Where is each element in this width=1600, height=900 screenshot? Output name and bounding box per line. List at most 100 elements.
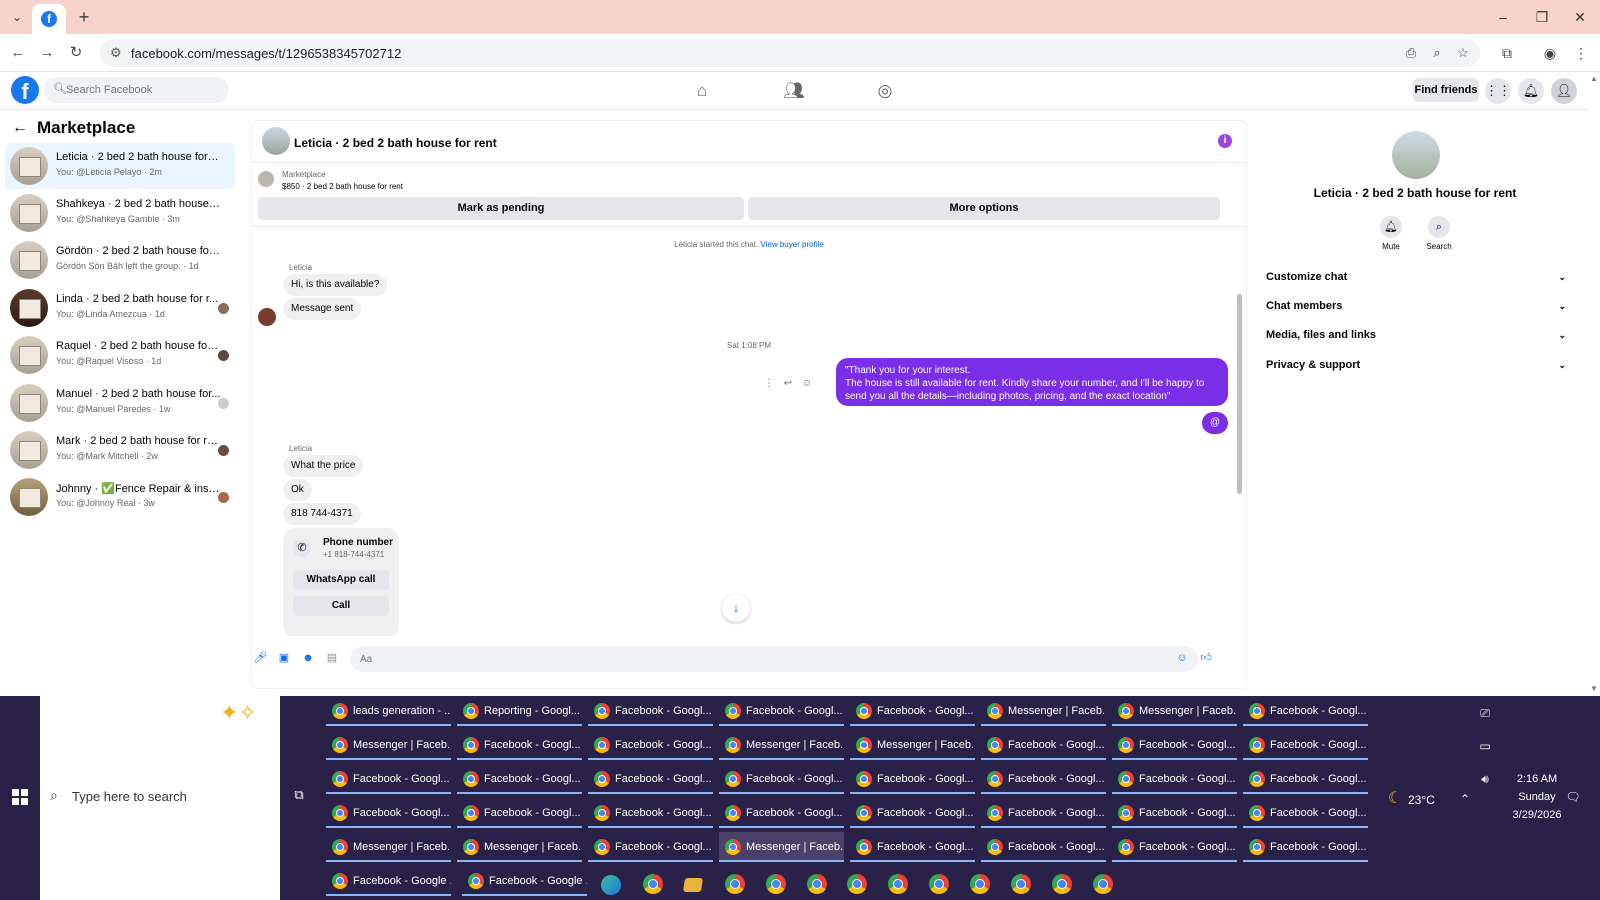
chrome-icon[interactable] <box>847 874 867 894</box>
taskbar-window-button[interactable]: Facebook - Googl... <box>719 798 844 828</box>
facebook-search[interactable]: 🔍︎ <box>44 77 229 103</box>
meet-now-icon[interactable]: ⎚ <box>1475 703 1495 723</box>
taskbar-window-button[interactable]: Facebook - Googl... <box>457 764 582 794</box>
listing-avatar[interactable] <box>1392 131 1440 179</box>
conversation-item[interactable]: Raquel · 2 bed 2 bath house for ... You:… <box>5 332 235 378</box>
new-tab-button[interactable]: + <box>74 7 94 27</box>
notifications-bell-icon[interactable]: 🔔︎ <box>1518 78 1544 104</box>
conversation-item[interactable]: Johnny · ✅Fence Repair & insta... You: @… <box>5 474 235 520</box>
taskbar-window-button[interactable]: Messenger | Faceb... <box>1112 696 1237 726</box>
taskbar-window-button[interactable]: Messenger | Faceb... <box>850 730 975 760</box>
message-scrollbar[interactable] <box>1235 228 1244 636</box>
microphone-icon[interactable]: 🎤︎ <box>252 650 268 666</box>
maximize-button[interactable]: ❐ <box>1533 8 1551 26</box>
emoji-icon[interactable]: ☺ <box>1174 650 1190 666</box>
taskbar-window-button[interactable]: Facebook - Googl... <box>1112 798 1237 828</box>
sticker-icon[interactable]: ☻ <box>300 650 316 666</box>
search-input[interactable] <box>66 81 216 99</box>
taskbar-window-button[interactable]: Facebook - Googl... <box>1243 764 1368 794</box>
photo-icon[interactable]: ▣ <box>276 650 292 666</box>
address-bar[interactable]: ⚙ facebook.com/messages/t/12965383457027… <box>100 39 1480 67</box>
conversation-item[interactable]: Manuel · 2 bed 2 bath house for... You: … <box>5 380 235 426</box>
reply-icon[interactable]: ↩ <box>781 377 795 391</box>
taskbar-window-button[interactable]: Reporting - Googl... <box>457 696 582 726</box>
taskbar-window-button[interactable]: Facebook - Googl... <box>588 696 713 726</box>
more-options-button[interactable]: More options <box>748 197 1220 220</box>
react-emoji-icon[interactable]: ☺ <box>800 377 814 391</box>
taskbar-window-button[interactable]: Facebook - Google ... <box>462 866 587 896</box>
taskbar-window-button[interactable]: Facebook - Googl... <box>588 764 713 794</box>
conversation-item[interactable]: Leticia · 2 bed 2 bath house for rent Yo… <box>5 143 235 189</box>
site-settings-icon[interactable]: ⚙ <box>110 45 122 61</box>
file-explorer-icon[interactable] <box>683 878 703 892</box>
start-button[interactable] <box>0 696 40 900</box>
taskbar-search-box[interactable]: ✦✧ ⌕ Type here to search <box>40 696 280 900</box>
taskbar-window-button[interactable]: Facebook - Googl... <box>850 764 975 794</box>
conversation-item[interactable]: Gördön · 2 bed 2 bath house for re... Gö… <box>5 237 235 283</box>
clock-date[interactable]: 3/29/2026 <box>1502 809 1572 821</box>
scroll-up-arrow-icon[interactable]: ▲ <box>1589 74 1599 83</box>
incoming-message[interactable]: What the price <box>283 455 364 477</box>
taskbar-window-button[interactable]: Messenger | Faceb... <box>719 730 844 760</box>
browser-menu-icon[interactable]: ⋮ <box>1571 43 1591 63</box>
close-window-button[interactable]: ✕ <box>1571 8 1589 26</box>
listing-price[interactable]: $850 · 2 bed 2 bath house for rent <box>282 182 403 191</box>
taskbar-window-button[interactable]: Facebook - Googl... <box>981 798 1106 828</box>
taskbar-window-button[interactable]: Facebook - Googl... <box>588 730 713 760</box>
incoming-message[interactable]: Hi, is this available? <box>283 274 388 296</box>
outgoing-message[interactable]: "Thank you for your interest. The house … <box>836 358 1228 406</box>
chrome-icon[interactable] <box>1093 874 1113 894</box>
taskbar-window-button[interactable]: Facebook - Googl... <box>981 730 1106 760</box>
weather-temperature[interactable]: 23°C <box>1408 793 1435 807</box>
taskbar-window-button[interactable]: Facebook - Googl... <box>1243 730 1368 760</box>
taskbar-window-button[interactable]: leads generation - ... <box>326 696 451 726</box>
whatsapp-call-button[interactable]: WhatsApp call <box>293 570 389 590</box>
reload-icon[interactable]: ↻ <box>66 43 86 63</box>
view-buyer-profile-link[interactable]: View buyer profile <box>760 240 823 249</box>
clock-day[interactable]: Sunday <box>1502 791 1572 803</box>
zoom-icon[interactable]: ⌕ <box>1428 44 1446 62</box>
tab-search-chevron-icon[interactable]: ⌄ <box>8 8 26 26</box>
browser-tab-facebook[interactable]: f <box>32 4 66 34</box>
taskbar-window-button[interactable]: Facebook - Googl... <box>1243 832 1368 862</box>
taskbar-window-button[interactable]: Messenger | Faceb... <box>457 832 582 862</box>
bookmark-star-icon[interactable]: ☆ <box>1454 44 1472 62</box>
section-privacy-support[interactable]: Privacy & support ⌄ <box>1266 354 1566 376</box>
conversation-item[interactable]: Shahkeya · 2 bed 2 bath house for ... Yo… <box>5 190 235 236</box>
home-icon[interactable]: ⌂ <box>691 80 713 102</box>
mute-action[interactable]: 🔔︎ Mute <box>1371 216 1411 251</box>
taskbar-window-button[interactable]: Messenger | Faceb... <box>326 730 451 760</box>
forward-icon[interactable]: → <box>37 43 57 63</box>
taskbar-window-button[interactable]: Facebook - Googl... <box>850 798 975 828</box>
taskbar-window-button[interactable]: Facebook - Googl... <box>1243 798 1368 828</box>
taskbar-window-button[interactable]: Facebook - Googl... <box>1243 696 1368 726</box>
groups-icon[interactable]: ◎ <box>874 80 896 102</box>
extensions-icon[interactable]: ⧉ <box>1497 43 1517 63</box>
taskbar-window-button[interactable]: Facebook - Googl... <box>326 764 451 794</box>
show-hidden-icons-chevron-icon[interactable]: ⌃ <box>1455 789 1475 809</box>
section-customize-chat[interactable]: Customize chat ⌄ <box>1266 266 1566 288</box>
taskbar-window-button[interactable]: Messenger | Faceb... <box>719 832 844 862</box>
listing-thumbnail[interactable] <box>258 171 274 187</box>
scroll-to-bottom-button[interactable]: ↓ <box>722 594 750 622</box>
taskbar-window-button[interactable]: Facebook - Googl... <box>326 798 451 828</box>
taskbar-window-button[interactable]: Facebook - Googl... <box>588 832 713 862</box>
taskbar-window-button[interactable]: Messenger | Faceb... <box>326 832 451 862</box>
scroll-down-arrow-icon[interactable]: ▼ <box>1589 684 1599 693</box>
taskbar-window-button[interactable]: Facebook - Googl... <box>981 764 1106 794</box>
search-action[interactable]: ⌕ Search <box>1419 216 1459 251</box>
gif-icon[interactable]: ▤ <box>324 650 340 666</box>
profile-icon[interactable]: ◉ <box>1540 43 1560 63</box>
taskbar-window-button[interactable]: Facebook - Googl... <box>981 832 1106 862</box>
incoming-message[interactable]: 818 744-4371 <box>283 503 361 525</box>
sender-avatar[interactable] <box>258 308 276 326</box>
chrome-icon[interactable] <box>970 874 990 894</box>
taskbar-window-button[interactable]: Facebook - Googl... <box>1112 832 1237 862</box>
find-friends-button[interactable]: Find friends <box>1413 78 1479 102</box>
incoming-message[interactable]: Message sent <box>283 298 362 320</box>
like-icon[interactable]: 👍︎ <box>1198 650 1214 666</box>
chat-title[interactable]: Leticia · 2 bed 2 bath house for rent <box>294 136 497 150</box>
volume-icon[interactable]: 🔊︎ <box>1475 769 1495 789</box>
facebook-logo[interactable]: f <box>11 76 39 104</box>
clock-time[interactable]: 2:16 AM <box>1502 773 1572 785</box>
